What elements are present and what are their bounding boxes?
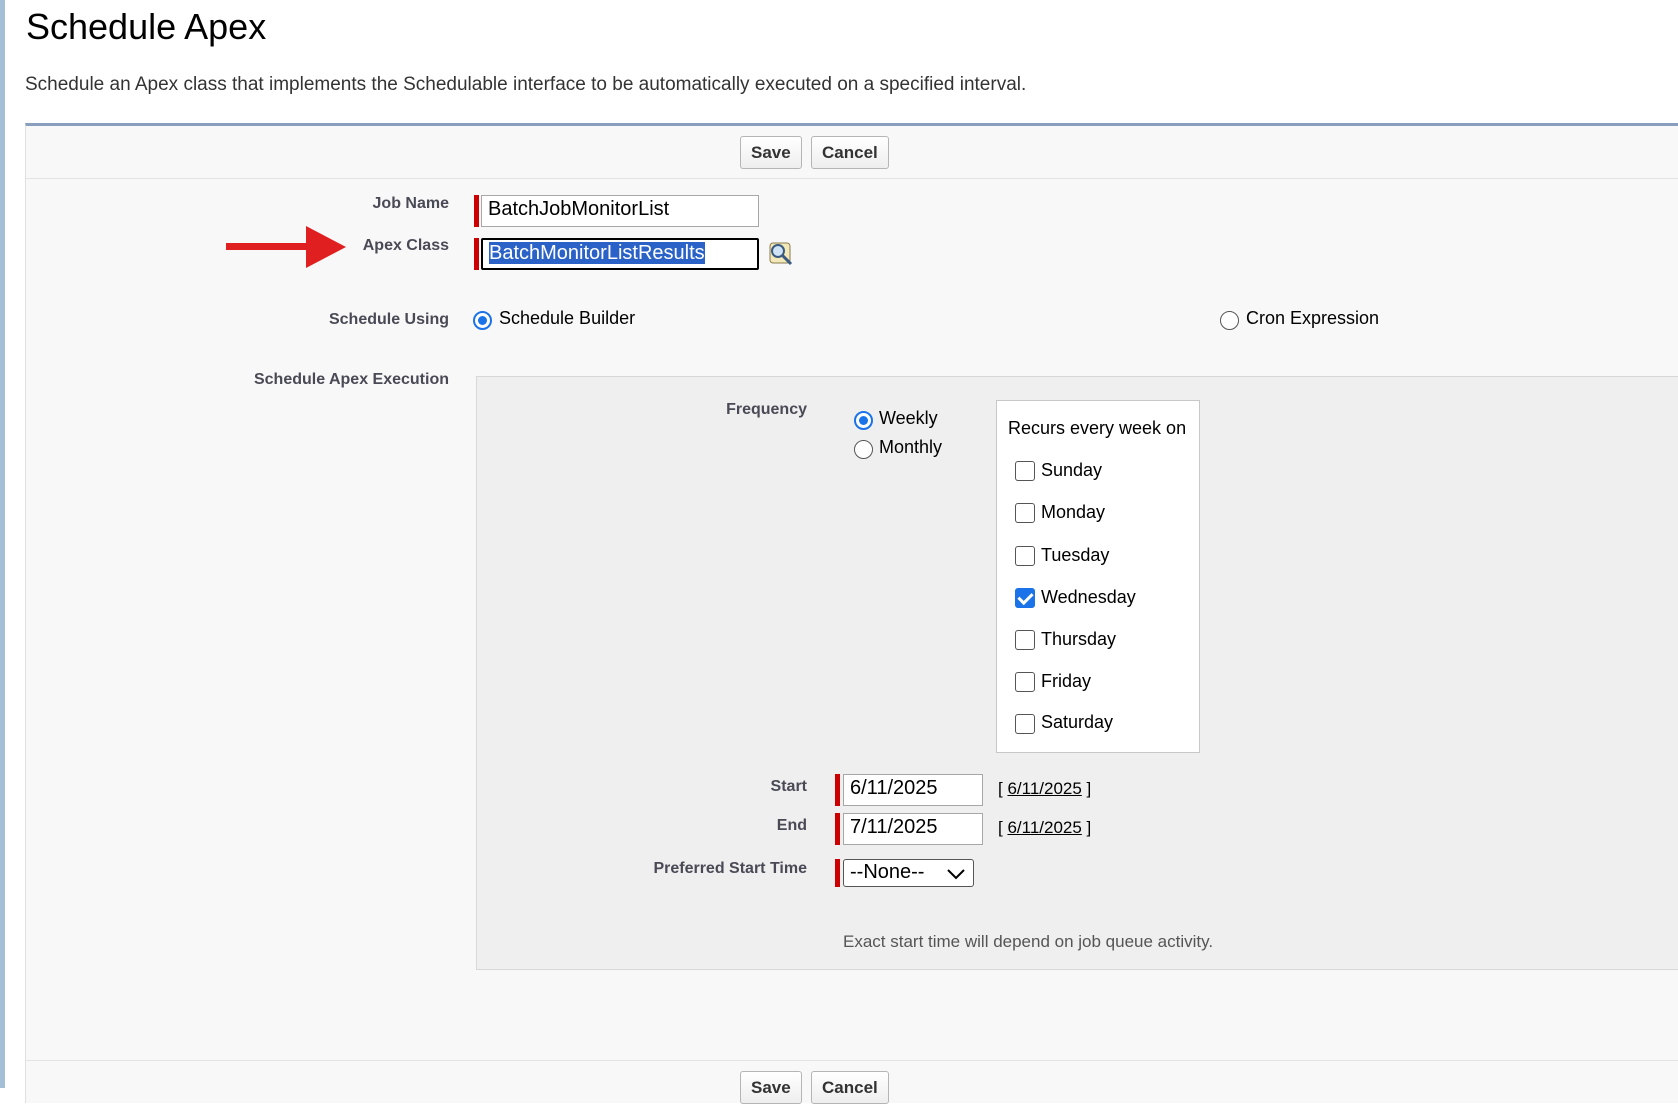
frequency-label: Frequency (726, 401, 807, 418)
page-title: Schedule Apex (26, 6, 267, 47)
wednesday-checkbox[interactable] (1015, 588, 1035, 608)
preferred-start-time-select[interactable]: --None-- (843, 859, 974, 887)
cron-expression-radio[interactable] (1220, 311, 1239, 330)
end-label: End (776, 817, 807, 834)
bottom-button-row: Save Cancel (25, 1060, 1678, 1113)
schedule-execution-label: Schedule Apex Execution (253, 371, 449, 388)
start-label: Start (770, 778, 807, 795)
apex-class-input[interactable]: BatchMonitorListResults (481, 238, 759, 270)
monthly-label: Monthly (879, 437, 943, 457)
friday-checkbox[interactable] (1015, 672, 1035, 692)
schedule-builder-label: Schedule Builder (499, 308, 636, 328)
weekly-radio[interactable] (854, 411, 873, 430)
recurs-days-box (996, 400, 1200, 753)
cron-expression-label: Cron Expression (1246, 308, 1380, 328)
sunday-label: Sunday (1041, 460, 1103, 480)
thursday-label: Thursday (1041, 629, 1117, 649)
apex-class-selected-text: BatchMonitorListResults (489, 242, 705, 264)
monday-checkbox[interactable] (1015, 503, 1035, 523)
sunday-checkbox[interactable] (1015, 461, 1035, 481)
preferred-start-time-label: Preferred Start Time (653, 860, 807, 877)
left-border (0, 0, 5, 1088)
job-name-label: Job Name (372, 195, 449, 212)
wednesday-label: Wednesday (1041, 587, 1136, 607)
cancel-button[interactable]: Cancel (811, 136, 889, 169)
chevron-down-icon (947, 869, 965, 880)
end-today-link[interactable]: 6/11/2025 (1007, 818, 1081, 837)
start-time-note: Exact start time will depend on job queu… (843, 932, 1214, 951)
schedule-builder-radio[interactable] (473, 311, 492, 330)
top-button-row: Save Cancel (25, 126, 1678, 179)
lookup-icon[interactable] (767, 240, 795, 266)
saturday-checkbox[interactable] (1015, 714, 1035, 734)
saturday-label: Saturday (1041, 712, 1114, 732)
thursday-checkbox[interactable] (1015, 630, 1035, 650)
monday-label: Monday (1041, 502, 1106, 522)
start-today-link-wrapper: [ 6/11/2025 ] (998, 779, 1092, 798)
monthly-radio[interactable] (854, 440, 873, 459)
preferred-start-time-value: --None-- (850, 861, 925, 883)
required-marker (474, 238, 479, 270)
required-marker (835, 774, 840, 806)
end-today-link-wrapper: [ 6/11/2025 ] (998, 818, 1092, 837)
page-description: Schedule an Apex class that implements t… (25, 74, 1027, 95)
start-date-input[interactable]: 6/11/2025 (843, 774, 983, 806)
schedule-using-label: Schedule Using (328, 311, 449, 328)
weekly-label: Weekly (879, 408, 938, 428)
save-button[interactable]: Save (740, 136, 802, 169)
required-marker (835, 859, 840, 887)
end-date-input[interactable]: 7/11/2025 (843, 813, 983, 845)
start-today-link[interactable]: 6/11/2025 (1007, 779, 1081, 798)
required-marker (835, 813, 840, 845)
tuesday-label: Tuesday (1041, 545, 1110, 565)
required-marker (474, 195, 479, 227)
tuesday-checkbox[interactable] (1015, 546, 1035, 566)
apex-class-label: Apex Class (362, 237, 449, 254)
friday-label: Friday (1041, 671, 1092, 691)
job-name-input[interactable]: BatchJobMonitorList (481, 195, 759, 227)
recurs-label: Recurs every week on (1008, 418, 1187, 438)
